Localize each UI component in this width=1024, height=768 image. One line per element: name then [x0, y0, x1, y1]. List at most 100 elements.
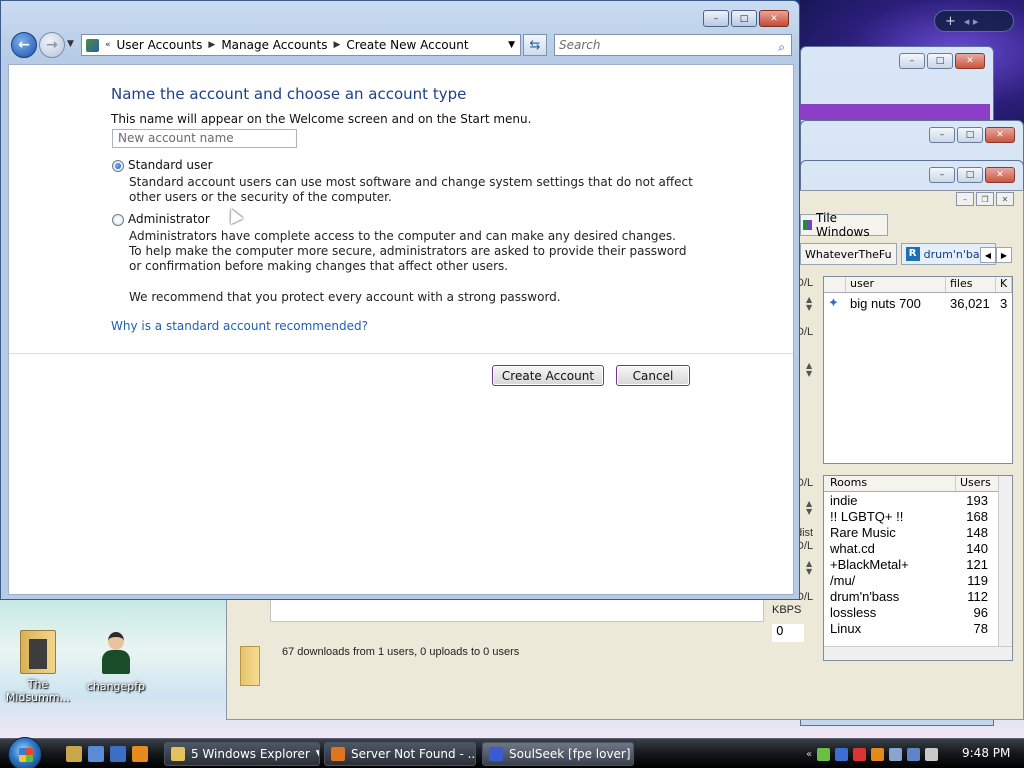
sidebar-gadget-controls[interactable]: + ◂ ▸ [934, 10, 1014, 32]
transfers-list[interactable] [270, 598, 764, 622]
chevron-down-icon[interactable]: ▼ [508, 40, 515, 50]
create-account-button[interactable]: Create Account [492, 365, 604, 386]
list-item[interactable]: what.cd 140 [824, 540, 1012, 556]
system-tray: « [806, 742, 939, 766]
list-item[interactable]: lossless 96 [824, 604, 1012, 620]
background-window-1-banner [800, 104, 990, 120]
arrow-right-icon[interactable]: ▶ [996, 247, 1012, 263]
page-title: Name the account and choose an account t… [111, 85, 467, 103]
arrow-left-icon: ← [18, 37, 30, 53]
firefox-icon [331, 747, 345, 761]
tile-windows-button[interactable]: Tile Windows [800, 211, 888, 239]
chevron-down-icon[interactable]: ▼ [316, 749, 319, 759]
refresh-button[interactable]: ⇆ [523, 34, 547, 56]
column-header-users[interactable]: Users [956, 476, 996, 491]
search-icon[interactable]: ⌕ [778, 37, 785, 57]
chevron-right-icon[interactable]: ▶ [208, 40, 215, 50]
security-icon[interactable] [853, 747, 867, 761]
close-icon[interactable]: ✕ [759, 10, 789, 27]
rooms-list[interactable]: Rooms Users indie 193 !! LGBTQ+ !! 168 Rar… [823, 475, 1013, 661]
standard-user-label[interactable]: Standard user [128, 158, 213, 172]
standard-account-help-link[interactable]: Why is a standard account recommended? [111, 319, 368, 333]
list-item[interactable]: Rare Music 148 [824, 524, 1012, 540]
tray-app-icon[interactable] [817, 747, 831, 761]
minimize-icon[interactable]: – [703, 10, 729, 27]
tray-app-icon[interactable] [835, 747, 849, 761]
chevron-left-icon[interactable]: « [806, 749, 812, 760]
taskbar-windows-explorer[interactable]: 5 Windows Explorer ▼ [164, 742, 320, 766]
spinner-icon[interactable]: ▲ ▼ [806, 500, 818, 516]
list-item[interactable]: drum'n'bass 112 [824, 588, 1012, 604]
refresh-icon: ⇆ [529, 37, 541, 53]
rooms-horizontal-scrollbar[interactable] [824, 646, 1012, 660]
spinner-icon[interactable]: ▲ ▼ [806, 362, 818, 378]
standard-user-radio[interactable] [112, 160, 124, 172]
volume-icon[interactable] [925, 747, 939, 761]
tab-room-1[interactable]: WhateverTheFu [800, 243, 897, 265]
start-button[interactable] [8, 737, 42, 768]
rooms-vertical-scrollbar[interactable] [998, 476, 1012, 646]
taskbar-soulseek[interactable]: SoulSeek [fpe lover] ... [482, 742, 634, 766]
column-header-user[interactable]: user [846, 277, 946, 292]
column-header-files[interactable]: files [946, 277, 996, 292]
create-account-window[interactable]: – □ ✕ ← → ▼ « User Accounts ▶ Manage Acc… [0, 0, 800, 600]
tray-app-icon[interactable] [871, 747, 885, 761]
column-header-k[interactable]: K [996, 277, 1012, 292]
spinner-icon[interactable]: ▲ ▼ [806, 296, 818, 312]
close-icon[interactable]: ✕ [996, 192, 1014, 206]
password-recommendation: We recommend that you protect every acco… [129, 290, 561, 304]
show-desktop-icon[interactable] [88, 746, 104, 762]
soulseek-child-controls[interactable]: – ❐ ✕ [956, 192, 1014, 206]
spinner-icon[interactable]: ▲ ▼ [806, 560, 818, 576]
content-pane: Name the account and choose an account t… [8, 64, 794, 595]
chevron-icon[interactable]: « [105, 40, 111, 50]
list-item[interactable]: !! LGBTQ+ !! 168 [824, 508, 1012, 524]
folder-icon [240, 646, 260, 686]
kbps-input[interactable]: 0 [772, 624, 804, 642]
minimize-icon[interactable]: – [956, 192, 974, 206]
switch-windows-icon[interactable] [110, 746, 126, 762]
recent-pages-dropdown[interactable]: ▼ [67, 39, 74, 49]
desktop-icon-folder[interactable]: The Midsumm... [2, 630, 74, 704]
list-item[interactable]: /mu/119 [824, 572, 1012, 588]
tray-app-icon[interactable] [889, 747, 903, 761]
page-subtext: This name will appear on the Welcome scr… [111, 112, 532, 126]
standard-user-description: Standard account users can use most soft… [129, 175, 693, 204]
quicklaunch-icon[interactable] [66, 746, 82, 762]
list-item[interactable]: +BlackMetal+ 121 [824, 556, 1012, 572]
network-icon[interactable] [907, 747, 921, 761]
divider [9, 353, 793, 354]
cancel-button[interactable]: Cancel [616, 365, 690, 386]
search-input[interactable]: Search ⌕ [554, 34, 792, 56]
media-player-icon[interactable] [132, 746, 148, 762]
back-button[interactable]: ← [11, 32, 37, 58]
tab-scroll-arrows[interactable]: ◀ ▶ [980, 247, 1012, 263]
restore-icon[interactable]: ❐ [976, 192, 994, 206]
account-name-input[interactable]: New account name [112, 129, 297, 148]
address-bar[interactable]: « User Accounts ▶ Manage Accounts ▶ Crea… [81, 34, 521, 56]
column-header-rooms[interactable]: Rooms [824, 476, 956, 491]
desktop-icon-changepfp[interactable]: changepfp [80, 632, 152, 693]
taskbar-firefox[interactable]: Server Not Found - ... [324, 742, 476, 766]
forward-button[interactable]: → [39, 32, 65, 58]
window-controls: – □ ✕ [703, 10, 789, 27]
list-item[interactable]: indie 193 [824, 492, 1012, 508]
folder-icon [20, 630, 56, 674]
administrator-radio[interactable] [112, 214, 124, 226]
breadcrumb-user-accounts[interactable]: User Accounts [117, 38, 203, 52]
maximize-icon[interactable]: □ [731, 10, 757, 27]
chevron-right-icon[interactable]: ▶ [334, 40, 341, 50]
room-users-list[interactable]: user files K ✦ big nuts 700 36,021 3 [823, 276, 1013, 464]
breadcrumb-manage-accounts[interactable]: Manage Accounts [221, 38, 327, 52]
soulseek-icon [489, 747, 503, 761]
folder-icon [171, 747, 185, 761]
list-item[interactable]: ✦ big nuts 700 36,021 3 [824, 293, 1012, 313]
arrow-left-icon[interactable]: ◀ [980, 247, 996, 263]
tile-icon [803, 220, 813, 230]
rooms-header: Rooms Users [824, 476, 1012, 492]
breadcrumb-create-new-account[interactable]: Create New Account [346, 38, 468, 52]
list-item[interactable]: Linux 78 [824, 620, 1012, 636]
clock[interactable]: 9:48 PM [962, 746, 1010, 760]
tile-windows-label: Tile Windows [816, 211, 870, 239]
administrator-label[interactable]: Administrator [128, 212, 210, 226]
